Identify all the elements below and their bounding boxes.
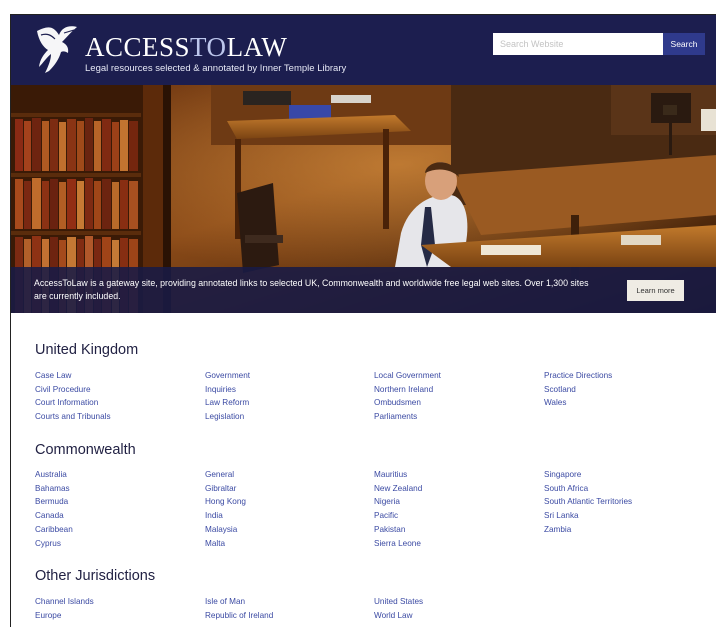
link-legislation[interactable]: Legislation [205,410,370,424]
link-court-information[interactable]: Court Information [35,396,200,410]
link-republic-of-ireland[interactable]: Republic of Ireland [205,609,370,623]
link-local-government[interactable]: Local Government [374,369,539,383]
link-wales[interactable]: Wales [544,396,709,410]
pegasus-icon[interactable] [31,23,81,75]
search-button[interactable]: Search [663,33,705,55]
logo-text-law: LAW [226,32,288,62]
uk-column-4: Practice Directions Scotland Wales [544,369,709,410]
browser-viewport: ACCESSTOLAW Legal resources selected & a… [10,14,716,627]
link-mauritius[interactable]: Mauritius [374,468,539,482]
uk-column-1: Case Law Civil Procedure Court Informati… [35,369,200,424]
link-cyprus[interactable]: Cyprus [35,537,200,551]
link-inquiries[interactable]: Inquiries [205,383,370,397]
link-bermuda[interactable]: Bermuda [35,495,200,509]
link-new-zealand[interactable]: New Zealand [374,482,539,496]
link-nigeria[interactable]: Nigeria [374,495,539,509]
link-government[interactable]: Government [205,369,370,383]
site-logo-title[interactable]: ACCESSTOLAW [85,33,287,61]
commonwealth-column-1: Australia Bahamas Bermuda Canada Caribbe… [35,468,200,550]
link-ombudsmen[interactable]: Ombudsmen [374,396,539,410]
link-sierra-leone[interactable]: Sierra Leone [374,537,539,551]
link-channel-islands[interactable]: Channel Islands [35,595,200,609]
hero-description: AccessToLaw is a gateway site, providing… [34,278,589,301]
link-practice-directions[interactable]: Practice Directions [544,369,709,383]
link-hong-kong[interactable]: Hong Kong [205,495,370,509]
commonwealth-column-3: Mauritius New Zealand Nigeria Pacific Pa… [374,468,539,550]
section-title-other-jurisdictions: Other Jurisdictions [35,568,156,584]
link-northern-ireland[interactable]: Northern Ireland [374,383,539,397]
link-case-law[interactable]: Case Law [35,369,200,383]
link-isle-of-man[interactable]: Isle of Man [205,595,370,609]
link-civil-procedure[interactable]: Civil Procedure [35,383,200,397]
link-general[interactable]: General [205,468,370,482]
other-column-2: Isle of Man Republic of Ireland [205,595,370,622]
link-singapore[interactable]: Singapore [544,468,709,482]
site-header: ACCESSTOLAW Legal resources selected & a… [11,15,716,85]
link-pakistan[interactable]: Pakistan [374,523,539,537]
commonwealth-column-4: Singapore South Africa South Atlantic Te… [544,468,709,537]
link-malaysia[interactable]: Malaysia [205,523,370,537]
link-parliaments[interactable]: Parliaments [374,410,539,424]
hero-caption: AccessToLaw is a gateway site, providing… [11,267,716,313]
link-sri-lanka[interactable]: Sri Lanka [544,509,709,523]
learn-more-button[interactable]: Learn more [627,280,684,301]
logo-text-access: ACCESS [85,32,191,62]
search-input[interactable] [493,33,663,55]
link-canada[interactable]: Canada [35,509,200,523]
logo-text-to: TO [190,32,227,62]
link-gibraltar[interactable]: Gibraltar [205,482,370,496]
link-scotland[interactable]: Scotland [544,383,709,397]
commonwealth-column-2: General Gibraltar Hong Kong India Malays… [205,468,370,550]
section-title-commonwealth: Commonwealth [35,442,136,458]
link-bahamas[interactable]: Bahamas [35,482,200,496]
link-pacific[interactable]: Pacific [374,509,539,523]
link-south-atlantic-territories[interactable]: South Atlantic Territories [544,495,709,509]
section-title-united-kingdom: United Kingdom [35,342,139,358]
link-europe[interactable]: Europe [35,609,200,623]
link-courts-and-tribunals[interactable]: Courts and Tribunals [35,410,200,424]
link-law-reform[interactable]: Law Reform [205,396,370,410]
link-south-africa[interactable]: South Africa [544,482,709,496]
site-tagline: Legal resources selected & annotated by … [85,63,347,74]
link-united-states[interactable]: United States [374,595,539,609]
link-india[interactable]: India [205,509,370,523]
hero-banner: AccessToLaw is a gateway site, providing… [11,85,716,313]
link-australia[interactable]: Australia [35,468,200,482]
other-column-1: Channel Islands Europe [35,595,200,622]
link-world-law[interactable]: World Law [374,609,539,623]
link-caribbean[interactable]: Caribbean [35,523,200,537]
uk-column-2: Government Inquiries Law Reform Legislat… [205,369,370,424]
link-zambia[interactable]: Zambia [544,523,709,537]
other-column-3: United States World Law [374,595,539,622]
uk-column-3: Local Government Northern Ireland Ombuds… [374,369,539,424]
link-malta[interactable]: Malta [205,537,370,551]
